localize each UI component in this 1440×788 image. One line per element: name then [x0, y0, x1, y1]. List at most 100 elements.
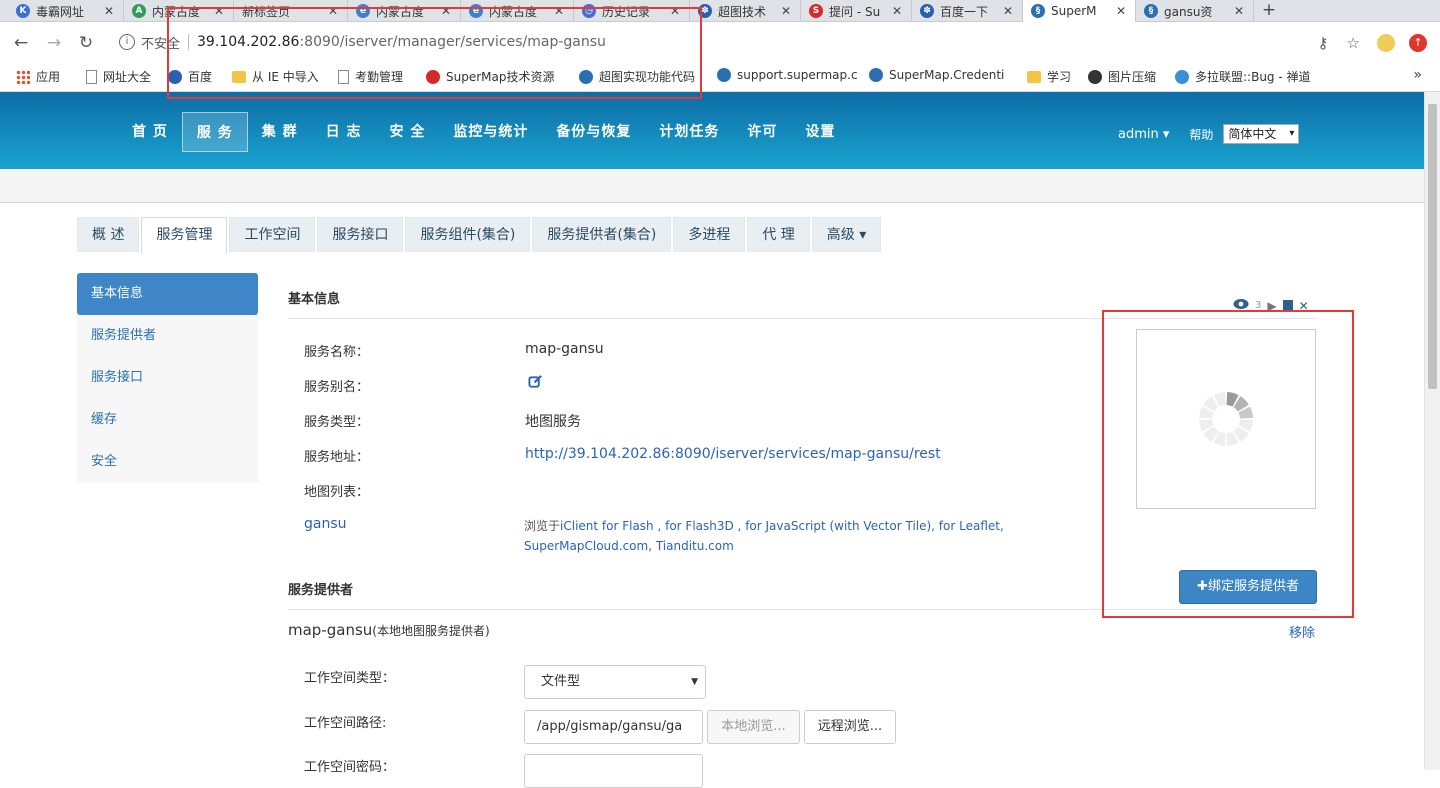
new-tab-button[interactable]: +	[1254, 0, 1284, 22]
baidu-icon	[168, 69, 182, 84]
browser-tab[interactable]: ◷ 历史记录 ✕	[574, 0, 690, 22]
browser-tab[interactable]: 新标签页 ✕	[234, 0, 348, 22]
map-name-gansu[interactable]: gansu	[304, 516, 347, 532]
bind-provider-button[interactable]: ✚绑定服务提供者	[1179, 570, 1317, 604]
bookmark-item[interactable]: 应用	[16, 68, 60, 85]
local-browse-button[interactable]: 本地浏览...	[707, 710, 800, 744]
supermap-icon	[579, 69, 593, 84]
side-menu-item[interactable]: 服务提供者	[77, 315, 258, 357]
info-icon[interactable]: i	[119, 34, 135, 50]
service-url-link[interactable]: http://39.104.202.86:8090/iserver/servic…	[525, 446, 941, 462]
stop-icon[interactable]	[1282, 299, 1293, 313]
side-menu-item[interactable]: 服务接口	[77, 357, 258, 399]
tab-close-icon[interactable]: ✕	[669, 4, 681, 18]
sub-tab[interactable]: 服务组件(集合)	[405, 217, 531, 252]
main-nav-item[interactable]: 计划任务	[645, 112, 733, 152]
sub-tab[interactable]: 多进程	[673, 217, 746, 252]
bookmark-item[interactable]: 学习	[1027, 68, 1071, 85]
side-menu-item[interactable]: 安全	[77, 441, 258, 483]
close-icon[interactable]: ✕	[1299, 299, 1309, 313]
tab-close-icon[interactable]: ✕	[1002, 4, 1014, 18]
bookmarks-overflow-icon[interactable]: »	[1413, 67, 1422, 83]
browser-tab[interactable]: ✽ 超图技术 ✕	[690, 0, 801, 22]
insecure-label: 不安全	[141, 36, 181, 52]
bookmark-item[interactable]: SuperMap技术资源	[426, 68, 554, 85]
main-nav-item[interactable]: 安 全	[376, 112, 440, 152]
url-host: 39.104.202.86	[197, 34, 300, 50]
sub-tab[interactable]: 服务提供者(集合)	[532, 217, 672, 252]
sub-tab[interactable]: 工作空间	[229, 217, 316, 252]
sub-tab[interactable]: 高级 ▾	[811, 217, 882, 252]
main-nav-item[interactable]: 首 页	[118, 112, 182, 152]
main-nav-item[interactable]: 集 群	[248, 112, 312, 152]
browser-tab[interactable]: e 内蒙古度 ✕	[461, 0, 574, 22]
panda-icon	[1088, 69, 1102, 84]
workspace-path-input[interactable]: /app/gismap/gansu/ga	[524, 710, 703, 744]
bookmark-item[interactable]: 从 IE 中导入	[232, 68, 319, 85]
tab-close-icon[interactable]: ✕	[891, 4, 903, 18]
tab-title: 内蒙古度	[376, 4, 425, 19]
tab-close-icon[interactable]: ✕	[327, 4, 339, 18]
extension-weather-icon[interactable]	[1377, 34, 1395, 52]
sub-tab[interactable]: 概 述	[77, 217, 140, 252]
app-header: 首 页服 务集 群日 志安 全监控与统计 备份与恢复 计划任务 许可 设置 admin …	[0, 92, 1424, 169]
url-text[interactable]: 39.104.202.86:8090/iserver/manager/servi…	[197, 34, 606, 50]
bookmark-item[interactable]: 百度	[168, 68, 212, 85]
browser-tab[interactable]: § gansu资 ✕	[1136, 0, 1254, 22]
sub-tab[interactable]: 服务接口	[317, 217, 404, 252]
tab-close-icon[interactable]: ✕	[780, 4, 792, 18]
tab-close-icon[interactable]: ✕	[103, 4, 115, 18]
side-menu-item[interactable]: 基本信息	[77, 273, 258, 315]
bookmark-item[interactable]: SuperMap.Credenti	[869, 68, 1004, 82]
eye-icon[interactable]	[1233, 298, 1249, 313]
main-nav-item[interactable]: 服 务	[181, 112, 248, 152]
extension-update-icon[interactable]: ↑	[1409, 34, 1427, 52]
browser-tab[interactable]: § SuperM ✕	[1023, 0, 1136, 22]
client-links[interactable]: iClient for Flash , for Flash3D , for Ja…	[524, 519, 1004, 553]
main-nav-item[interactable]: 设置	[791, 112, 849, 152]
tab-close-icon[interactable]: ✕	[440, 4, 452, 18]
play-icon[interactable]: ▶	[1267, 299, 1276, 313]
workspace-type-select[interactable]: 文件型 ▼	[524, 665, 706, 699]
help-link[interactable]: 帮助	[1189, 126, 1213, 143]
tab-title: gansu资	[1164, 4, 1213, 19]
sub-tab[interactable]: 服务管理	[141, 217, 228, 254]
tab-close-icon[interactable]: ✕	[1115, 4, 1127, 18]
bookmark-item[interactable]: support.supermap.c	[717, 68, 858, 82]
sub-tab[interactable]: 代 理	[747, 217, 810, 252]
bookmark-item[interactable]: 网址大全	[86, 68, 151, 85]
forward-icon[interactable]: →	[43, 32, 65, 54]
globe-icon	[1175, 69, 1189, 84]
remote-browse-button[interactable]: 远程浏览...	[804, 710, 896, 744]
back-icon[interactable]: ←	[10, 32, 32, 54]
remove-provider-link[interactable]: 移除	[1289, 622, 1315, 641]
browser-tab[interactable]: S 提问 - Su ✕	[801, 0, 912, 22]
tab-close-icon[interactable]: ✕	[1233, 4, 1245, 18]
vertical-scrollbar[interactable]	[1424, 92, 1440, 770]
tab-close-icon[interactable]: ✕	[553, 4, 565, 18]
field-label: 服务地址：	[304, 450, 370, 465]
tab-close-icon[interactable]: ✕	[213, 4, 225, 18]
browser-tab[interactable]: e 内蒙古度 ✕	[348, 0, 461, 22]
omnibox[interactable]: i 不安全 39.104.202.86:8090/iserver/manager…	[106, 28, 1368, 56]
bookmark-item[interactable]: 多拉联盟::Bug - 禅道	[1175, 68, 1311, 85]
star-icon[interactable]: ☆	[1347, 34, 1360, 52]
main-nav-item[interactable]: 备份与恢复	[542, 112, 645, 152]
edit-icon[interactable]	[528, 374, 543, 389]
bookmark-item[interactable]: 超图实现功能代码	[579, 68, 695, 85]
user-menu[interactable]: admin ▾	[1118, 127, 1169, 142]
bookmark-item[interactable]: 考勤管理	[338, 68, 403, 85]
workspace-password-input[interactable]	[524, 754, 703, 788]
language-select[interactable]: 简体中文 ▾	[1223, 124, 1300, 144]
main-nav-item[interactable]: 监控与统计	[439, 112, 542, 152]
side-menu-item[interactable]: 缓存	[77, 399, 258, 441]
browser-tab[interactable]: A 内蒙古度 ✕	[124, 0, 234, 22]
main-nav-item[interactable]: 日 志	[312, 112, 376, 152]
reload-icon[interactable]: ↻	[75, 32, 97, 54]
scrollbar-thumb[interactable]	[1428, 104, 1437, 389]
bookmark-item[interactable]: 图片压缩	[1088, 68, 1156, 85]
key-icon[interactable]: ⚷	[1318, 34, 1329, 52]
main-nav-item[interactable]: 许可	[733, 112, 791, 152]
browser-tab[interactable]: ✽ 百度一下 ✕	[912, 0, 1023, 22]
browser-tab[interactable]: K 毒霸网址 ✕	[8, 0, 124, 22]
